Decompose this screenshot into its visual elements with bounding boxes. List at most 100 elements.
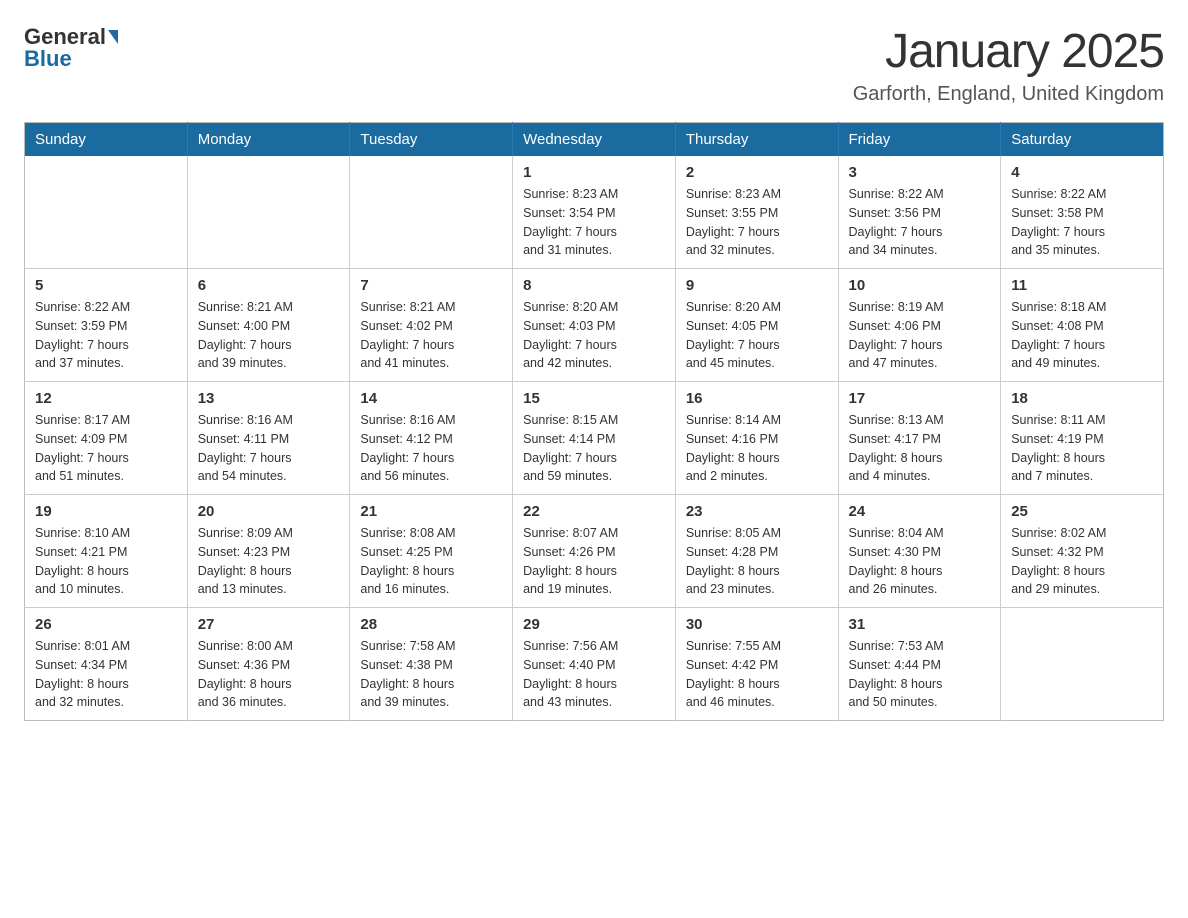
day-number: 29 (523, 616, 665, 633)
day-number: 9 (686, 277, 828, 294)
day-number: 15 (523, 390, 665, 407)
day-info: Sunrise: 8:08 AM Sunset: 4:25 PM Dayligh… (360, 524, 502, 599)
day-number: 28 (360, 616, 502, 633)
page-subtitle: Garforth, England, United Kingdom (853, 83, 1164, 106)
day-info: Sunrise: 8:22 AM Sunset: 3:56 PM Dayligh… (849, 185, 991, 260)
day-info: Sunrise: 8:21 AM Sunset: 4:00 PM Dayligh… (198, 298, 340, 373)
day-info: Sunrise: 7:56 AM Sunset: 4:40 PM Dayligh… (523, 637, 665, 712)
calendar-week-row: 19 Sunrise: 8:10 AM Sunset: 4:21 PM Dayli… (25, 495, 1164, 608)
day-number: 27 (198, 616, 340, 633)
day-info: Sunrise: 8:20 AM Sunset: 4:03 PM Dayligh… (523, 298, 665, 373)
calendar-cell: 5 Sunrise: 8:22 AM Sunset: 3:59 PM Daylig… (25, 269, 188, 382)
day-info: Sunrise: 8:16 AM Sunset: 4:12 PM Dayligh… (360, 411, 502, 486)
calendar-cell: 17 Sunrise: 8:13 AM Sunset: 4:17 PM Dayli… (838, 382, 1001, 495)
calendar-header-row: SundayMondayTuesdayWednesdayThursdayFrid… (25, 123, 1164, 157)
day-number: 10 (849, 277, 991, 294)
day-number: 11 (1011, 277, 1153, 294)
day-info: Sunrise: 7:58 AM Sunset: 4:38 PM Dayligh… (360, 637, 502, 712)
calendar-table: SundayMondayTuesdayWednesdayThursdayFrid… (24, 122, 1164, 721)
calendar-cell (350, 156, 513, 269)
calendar-cell (1001, 608, 1164, 721)
day-info: Sunrise: 8:21 AM Sunset: 4:02 PM Dayligh… (360, 298, 502, 373)
day-number: 23 (686, 503, 828, 520)
day-info: Sunrise: 8:07 AM Sunset: 4:26 PM Dayligh… (523, 524, 665, 599)
weekday-header-saturday: Saturday (1001, 123, 1164, 157)
calendar-cell: 22 Sunrise: 8:07 AM Sunset: 4:26 PM Dayli… (513, 495, 676, 608)
day-info: Sunrise: 8:10 AM Sunset: 4:21 PM Dayligh… (35, 524, 177, 599)
calendar-cell: 12 Sunrise: 8:17 AM Sunset: 4:09 PM Dayli… (25, 382, 188, 495)
day-number: 13 (198, 390, 340, 407)
calendar-cell: 26 Sunrise: 8:01 AM Sunset: 4:34 PM Dayli… (25, 608, 188, 721)
calendar-cell: 25 Sunrise: 8:02 AM Sunset: 4:32 PM Dayli… (1001, 495, 1164, 608)
day-info: Sunrise: 8:09 AM Sunset: 4:23 PM Dayligh… (198, 524, 340, 599)
day-info: Sunrise: 8:17 AM Sunset: 4:09 PM Dayligh… (35, 411, 177, 486)
day-info: Sunrise: 8:13 AM Sunset: 4:17 PM Dayligh… (849, 411, 991, 486)
weekday-header-tuesday: Tuesday (350, 123, 513, 157)
weekday-header-wednesday: Wednesday (513, 123, 676, 157)
logo: General Blue (24, 24, 120, 72)
day-info: Sunrise: 8:20 AM Sunset: 4:05 PM Dayligh… (686, 298, 828, 373)
day-number: 19 (35, 503, 177, 520)
day-info: Sunrise: 8:22 AM Sunset: 3:59 PM Dayligh… (35, 298, 177, 373)
calendar-cell: 20 Sunrise: 8:09 AM Sunset: 4:23 PM Dayli… (187, 495, 350, 608)
calendar-cell: 21 Sunrise: 8:08 AM Sunset: 4:25 PM Dayli… (350, 495, 513, 608)
day-number: 31 (849, 616, 991, 633)
calendar-cell: 28 Sunrise: 7:58 AM Sunset: 4:38 PM Dayli… (350, 608, 513, 721)
weekday-header-sunday: Sunday (25, 123, 188, 157)
calendar-cell: 4Sunrise: 8:22 AM Sunset: 3:58 PM Daylig… (1001, 156, 1164, 269)
day-number: 24 (849, 503, 991, 520)
calendar-cell: 23 Sunrise: 8:05 AM Sunset: 4:28 PM Dayli… (675, 495, 838, 608)
day-info: Sunrise: 8:15 AM Sunset: 4:14 PM Dayligh… (523, 411, 665, 486)
weekday-header-friday: Friday (838, 123, 1001, 157)
calendar-cell: 9 Sunrise: 8:20 AM Sunset: 4:05 PM Daylig… (675, 269, 838, 382)
calendar-cell (25, 156, 188, 269)
day-number: 26 (35, 616, 177, 633)
day-info: Sunrise: 8:23 AM Sunset: 3:54 PM Dayligh… (523, 185, 665, 260)
day-info: Sunrise: 8:14 AM Sunset: 4:16 PM Dayligh… (686, 411, 828, 486)
day-number: 30 (686, 616, 828, 633)
weekday-header-thursday: Thursday (675, 123, 838, 157)
day-number: 16 (686, 390, 828, 407)
calendar-cell: 2Sunrise: 8:23 AM Sunset: 3:55 PM Daylig… (675, 156, 838, 269)
page-title: January 2025 (853, 24, 1164, 79)
day-number: 6 (198, 277, 340, 294)
day-number: 12 (35, 390, 177, 407)
day-info: Sunrise: 7:55 AM Sunset: 4:42 PM Dayligh… (686, 637, 828, 712)
calendar-cell: 15 Sunrise: 8:15 AM Sunset: 4:14 PM Dayli… (513, 382, 676, 495)
calendar-cell: 31 Sunrise: 7:53 AM Sunset: 4:44 PM Dayli… (838, 608, 1001, 721)
calendar-cell: 19 Sunrise: 8:10 AM Sunset: 4:21 PM Dayli… (25, 495, 188, 608)
day-info: Sunrise: 8:02 AM Sunset: 4:32 PM Dayligh… (1011, 524, 1153, 599)
day-info: Sunrise: 8:01 AM Sunset: 4:34 PM Dayligh… (35, 637, 177, 712)
day-number: 3 (849, 164, 991, 181)
calendar-week-row: 26 Sunrise: 8:01 AM Sunset: 4:34 PM Dayli… (25, 608, 1164, 721)
logo-triangle-icon (108, 30, 118, 44)
day-info: Sunrise: 8:18 AM Sunset: 4:08 PM Dayligh… (1011, 298, 1153, 373)
day-number: 25 (1011, 503, 1153, 520)
day-info: Sunrise: 8:04 AM Sunset: 4:30 PM Dayligh… (849, 524, 991, 599)
calendar-cell: 10 Sunrise: 8:19 AM Sunset: 4:06 PM Dayli… (838, 269, 1001, 382)
day-info: Sunrise: 8:22 AM Sunset: 3:58 PM Dayligh… (1011, 185, 1153, 260)
day-info: Sunrise: 8:16 AM Sunset: 4:11 PM Dayligh… (198, 411, 340, 486)
calendar-cell: 14Sunrise: 8:16 AM Sunset: 4:12 PM Dayli… (350, 382, 513, 495)
day-number: 17 (849, 390, 991, 407)
day-number: 5 (35, 277, 177, 294)
day-info: Sunrise: 8:19 AM Sunset: 4:06 PM Dayligh… (849, 298, 991, 373)
day-number: 18 (1011, 390, 1153, 407)
calendar-cell: 3 Sunrise: 8:22 AM Sunset: 3:56 PM Daylig… (838, 156, 1001, 269)
calendar-week-row: 12 Sunrise: 8:17 AM Sunset: 4:09 PM Dayli… (25, 382, 1164, 495)
calendar-week-row: 5 Sunrise: 8:22 AM Sunset: 3:59 PM Daylig… (25, 269, 1164, 382)
day-number: 8 (523, 277, 665, 294)
calendar-cell: 1Sunrise: 8:23 AM Sunset: 3:54 PM Daylig… (513, 156, 676, 269)
day-info: Sunrise: 7:53 AM Sunset: 4:44 PM Dayligh… (849, 637, 991, 712)
day-number: 21 (360, 503, 502, 520)
day-info: Sunrise: 8:00 AM Sunset: 4:36 PM Dayligh… (198, 637, 340, 712)
calendar-cell: 13 Sunrise: 8:16 AM Sunset: 4:11 PM Dayli… (187, 382, 350, 495)
day-number: 22 (523, 503, 665, 520)
logo-blue-text: Blue (24, 46, 72, 71)
day-number: 20 (198, 503, 340, 520)
calendar-cell: 7Sunrise: 8:21 AM Sunset: 4:02 PM Daylig… (350, 269, 513, 382)
calendar-cell (187, 156, 350, 269)
calendar-cell: 18Sunrise: 8:11 AM Sunset: 4:19 PM Dayli… (1001, 382, 1164, 495)
day-info: Sunrise: 8:05 AM Sunset: 4:28 PM Dayligh… (686, 524, 828, 599)
day-info: Sunrise: 8:23 AM Sunset: 3:55 PM Dayligh… (686, 185, 828, 260)
